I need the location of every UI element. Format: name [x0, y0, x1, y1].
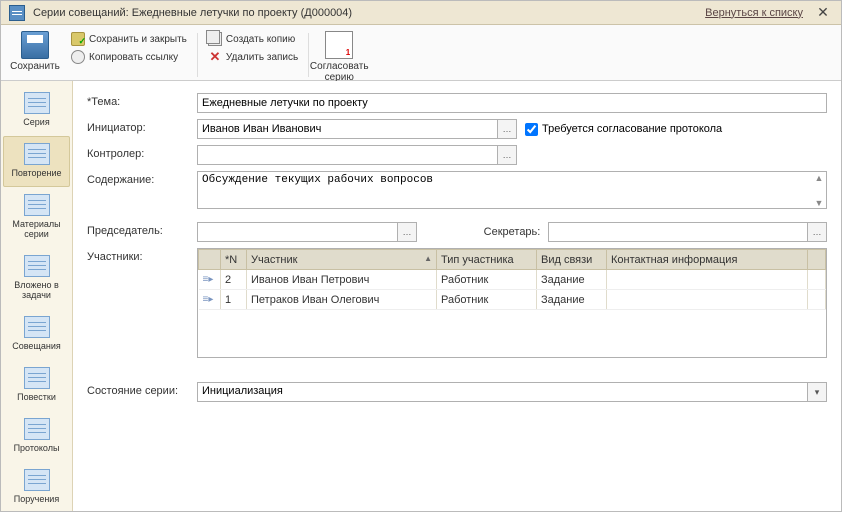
sidebar-item-materials[interactable]: Материалы серии: [3, 187, 70, 248]
sidebar-item-series[interactable]: Серия: [3, 85, 70, 136]
approve-series-button[interactable]: Согласовать серию: [311, 29, 367, 85]
col-type[interactable]: Тип участника: [437, 250, 537, 270]
col-num[interactable]: *N: [221, 250, 247, 270]
meetings-icon: [24, 316, 50, 338]
approval-required-checkbox[interactable]: [525, 123, 538, 136]
window-icon: [9, 5, 25, 21]
row-icon: ≡▸: [199, 290, 221, 310]
main-area: Серия Повторение Материалы серии Вложено…: [1, 81, 841, 511]
status-label: Состояние серии:: [87, 382, 197, 397]
approval-required-label: Требуется согласование протокола: [542, 123, 722, 135]
repeat-icon: [24, 143, 50, 165]
chairman-input[interactable]: [197, 222, 397, 242]
content-textarea[interactable]: [197, 171, 827, 209]
approve-icon: [325, 31, 353, 59]
controller-input[interactable]: [197, 145, 497, 165]
save-and-close-button[interactable]: Сохранить и закрыть: [69, 31, 189, 47]
controller-lookup-button[interactable]: …: [497, 145, 517, 165]
link-icon: [71, 50, 85, 64]
initiator-input[interactable]: [197, 119, 497, 139]
col-contact[interactable]: Контактная информация: [607, 250, 808, 270]
tasks-icon: [24, 255, 50, 277]
toolbar: Сохранить Сохранить и закрыть Копировать…: [1, 25, 841, 81]
chevron-down-icon[interactable]: ▾: [807, 382, 827, 402]
col-participant[interactable]: Участник▲: [247, 250, 437, 270]
delete-record-button[interactable]: ✕ Удалить запись: [206, 49, 300, 65]
create-copy-button[interactable]: Создать копию: [206, 31, 300, 47]
participants-table: *N Участник▲ Тип участника Вид связи Кон…: [197, 248, 827, 358]
save-icon: [21, 31, 49, 59]
materials-icon: [24, 194, 50, 216]
sort-asc-icon: ▲: [424, 254, 432, 263]
back-to-list-link[interactable]: Вернуться к списку: [705, 7, 803, 19]
sidebar: Серия Повторение Материалы серии Вложено…: [1, 81, 73, 511]
sidebar-item-orders[interactable]: Поручения: [3, 462, 70, 513]
sidebar-item-repeat[interactable]: Повторение: [3, 136, 70, 187]
topic-input[interactable]: [197, 93, 827, 113]
save-button[interactable]: Сохранить: [7, 29, 63, 74]
scroll-down-icon[interactable]: ▼: [813, 198, 825, 210]
save-close-icon: [71, 32, 85, 46]
sidebar-item-protocols[interactable]: Протоколы: [3, 411, 70, 462]
table-row[interactable]: ≡▸ 2 Иванов Иван Петрович Работник Задан…: [199, 270, 826, 290]
agendas-icon: [24, 367, 50, 389]
initiator-label: Инициатор:: [87, 119, 197, 134]
chairman-lookup-button[interactable]: …: [397, 222, 417, 242]
toolbar-separator: [197, 33, 198, 77]
row-icon: ≡▸: [199, 270, 221, 290]
topic-label: *Тема:: [87, 93, 197, 108]
orders-icon: [24, 469, 50, 491]
sidebar-item-meetings[interactable]: Совещания: [3, 309, 70, 360]
col-spacer: [808, 250, 826, 270]
secretary-lookup-button[interactable]: …: [807, 222, 827, 242]
sidebar-item-agendas[interactable]: Повестки: [3, 360, 70, 411]
window-title: Серии совещаний: Ежедневные летучки по п…: [33, 7, 705, 19]
titlebar: Серии совещаний: Ежедневные летучки по п…: [1, 1, 841, 25]
delete-icon: ✕: [208, 50, 222, 64]
secretary-input[interactable]: [548, 222, 807, 242]
protocols-icon: [24, 418, 50, 440]
form-area: *Тема: Инициатор: … Требуется согласован…: [73, 81, 841, 511]
series-icon: [24, 92, 50, 114]
close-icon[interactable]: ✕: [813, 4, 833, 21]
secretary-label: Секретарь:: [484, 226, 541, 238]
chairman-label: Председатель:: [87, 222, 197, 237]
status-select-value[interactable]: Инициализация: [197, 382, 807, 402]
initiator-lookup-button[interactable]: …: [497, 119, 517, 139]
controller-label: Контролер:: [87, 145, 197, 160]
content-label: Содержание:: [87, 171, 197, 186]
table-row[interactable]: ≡▸ 1 Петраков Иван Олегович Работник Зад…: [199, 290, 826, 310]
sidebar-item-tasks[interactable]: Вложено в задачи: [3, 248, 70, 309]
scroll-up-icon[interactable]: ▲: [813, 173, 825, 185]
col-icon[interactable]: [199, 250, 221, 270]
col-link[interactable]: Вид связи: [537, 250, 607, 270]
copy-link-button[interactable]: Копировать ссылку: [69, 49, 189, 65]
participants-label: Участники:: [87, 248, 197, 263]
copy-icon: [208, 32, 222, 46]
